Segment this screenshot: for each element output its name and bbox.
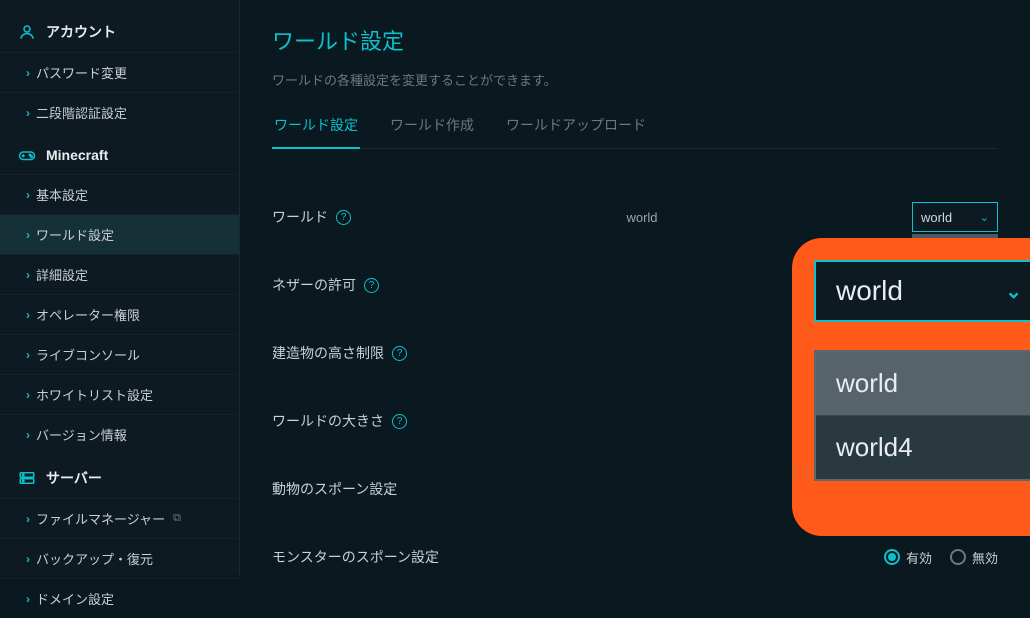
- callout-option[interactable]: world: [816, 352, 1030, 416]
- sidebar-header-server[interactable]: サーバー: [0, 458, 239, 498]
- setting-label: ワールド: [272, 207, 328, 227]
- user-icon: [18, 23, 36, 41]
- radio-on[interactable]: 有効: [884, 548, 932, 567]
- callout-select[interactable]: world ⌄: [814, 260, 1030, 322]
- select-value: world: [921, 210, 952, 225]
- sidebar-item-version[interactable]: › バージョン情報: [0, 414, 239, 454]
- sidebar-header-label: サーバー: [46, 468, 102, 488]
- sidebar-item-label: 詳細設定: [36, 265, 88, 284]
- chevron-right-icon: ›: [26, 66, 30, 80]
- tab-world-create[interactable]: ワールド作成: [388, 115, 476, 148]
- sidebar-item-2fa[interactable]: › 二段階認証設定: [0, 92, 239, 132]
- chevron-down-icon: ⌄: [980, 211, 989, 224]
- sidebar-item-backup[interactable]: › バックアップ・復元: [0, 538, 239, 578]
- sidebar-item-filemanager[interactable]: › ファイルマネージャー ⧉: [0, 498, 239, 538]
- chevron-right-icon: ›: [26, 268, 30, 282]
- help-icon[interactable]: ?: [336, 210, 351, 225]
- callout-dropdown: world world4: [814, 350, 1030, 481]
- tab-world-upload[interactable]: ワールドアップロード: [504, 115, 648, 148]
- sidebar-item-label: ライブコンソール: [36, 345, 140, 364]
- setting-current: world: [482, 210, 802, 225]
- sidebar: アカウント › パスワード変更 › 二段階認証設定 Minecraft › 基本…: [0, 0, 240, 575]
- sidebar-item-password[interactable]: › パスワード変更: [0, 52, 239, 92]
- chevron-right-icon: ›: [26, 552, 30, 566]
- tab-world-settings[interactable]: ワールド設定: [272, 115, 360, 149]
- page-title: ワールド設定: [272, 24, 998, 56]
- world-select[interactable]: world ⌄ world world4: [912, 202, 998, 232]
- sidebar-item-label: 二段階認証設定: [36, 103, 127, 122]
- sidebar-item-label: ホワイトリスト設定: [36, 385, 153, 404]
- callout-bubble: world ⌄ world world4 ⋮⋮: [792, 238, 1030, 536]
- chevron-right-icon: ›: [26, 348, 30, 362]
- chevron-right-icon: ›: [26, 308, 30, 322]
- sidebar-item-domain[interactable]: › ドメイン設定: [0, 578, 239, 618]
- chevron-right-icon: ›: [26, 428, 30, 442]
- chevron-down-icon: ⌄: [1005, 279, 1022, 304]
- help-icon[interactable]: ?: [364, 278, 379, 293]
- setting-label: ワールドの大きさ: [272, 411, 384, 431]
- help-icon[interactable]: ?: [392, 414, 407, 429]
- radio-label: 無効: [972, 548, 998, 567]
- page-subtitle: ワールドの各種設定を変更することができます。: [272, 70, 998, 89]
- sidebar-item-label: 基本設定: [36, 185, 88, 204]
- chevron-right-icon: ›: [26, 106, 30, 120]
- sidebar-header-minecraft[interactable]: Minecraft: [0, 136, 239, 174]
- chevron-right-icon: ›: [26, 388, 30, 402]
- setting-label: 動物のスポーン設定: [272, 479, 397, 499]
- sidebar-item-label: バージョン情報: [36, 425, 127, 444]
- sidebar-item-label: ドメイン設定: [36, 589, 114, 608]
- chevron-right-icon: ›: [26, 228, 30, 242]
- callout-option[interactable]: world4: [816, 416, 1030, 479]
- radio-icon: [884, 549, 900, 565]
- chevron-right-icon: ›: [26, 188, 30, 202]
- sidebar-header-account[interactable]: アカウント: [0, 12, 239, 52]
- sidebar-item-world[interactable]: › ワールド設定: [0, 214, 239, 254]
- help-icon[interactable]: ?: [392, 346, 407, 361]
- sidebar-header-label: アカウント: [46, 22, 116, 42]
- server-icon: [18, 469, 36, 487]
- gamepad-icon: [18, 146, 36, 164]
- callout-select-value: world: [836, 275, 903, 307]
- tabs: ワールド設定 ワールド作成 ワールドアップロード: [272, 115, 998, 149]
- radio-icon: [950, 549, 966, 565]
- chevron-right-icon: ›: [26, 512, 30, 526]
- main-panel: ワールド設定 ワールドの各種設定を変更することができます。 ワールド設定 ワール…: [240, 0, 1030, 575]
- resize-handle-icon: ⋮⋮: [788, 463, 812, 480]
- radio-label: 有効: [906, 548, 932, 567]
- sidebar-item-whitelist[interactable]: › ホワイトリスト設定: [0, 374, 239, 414]
- sidebar-item-label: ワールド設定: [36, 225, 114, 244]
- setting-label: モンスターのスポーン設定: [272, 547, 439, 567]
- sidebar-item-label: オペレーター権限: [36, 305, 140, 324]
- sidebar-item-label: パスワード変更: [36, 63, 127, 82]
- setting-label: ネザーの許可: [272, 275, 356, 295]
- sidebar-item-basic[interactable]: › 基本設定: [0, 174, 239, 214]
- sidebar-header-label: Minecraft: [46, 147, 108, 163]
- setting-label: 建造物の高さ制限: [272, 343, 384, 363]
- sidebar-item-operator[interactable]: › オペレーター権限: [0, 294, 239, 334]
- sidebar-item-detail[interactable]: › 詳細設定: [0, 254, 239, 294]
- chevron-right-icon: ›: [26, 592, 30, 606]
- radio-off[interactable]: 無効: [950, 548, 998, 567]
- sidebar-item-label: バックアップ・復元: [36, 549, 153, 568]
- sidebar-item-console[interactable]: › ライブコンソール: [0, 334, 239, 374]
- external-link-icon: ⧉: [173, 512, 181, 525]
- sidebar-item-label: ファイルマネージャー: [36, 509, 165, 528]
